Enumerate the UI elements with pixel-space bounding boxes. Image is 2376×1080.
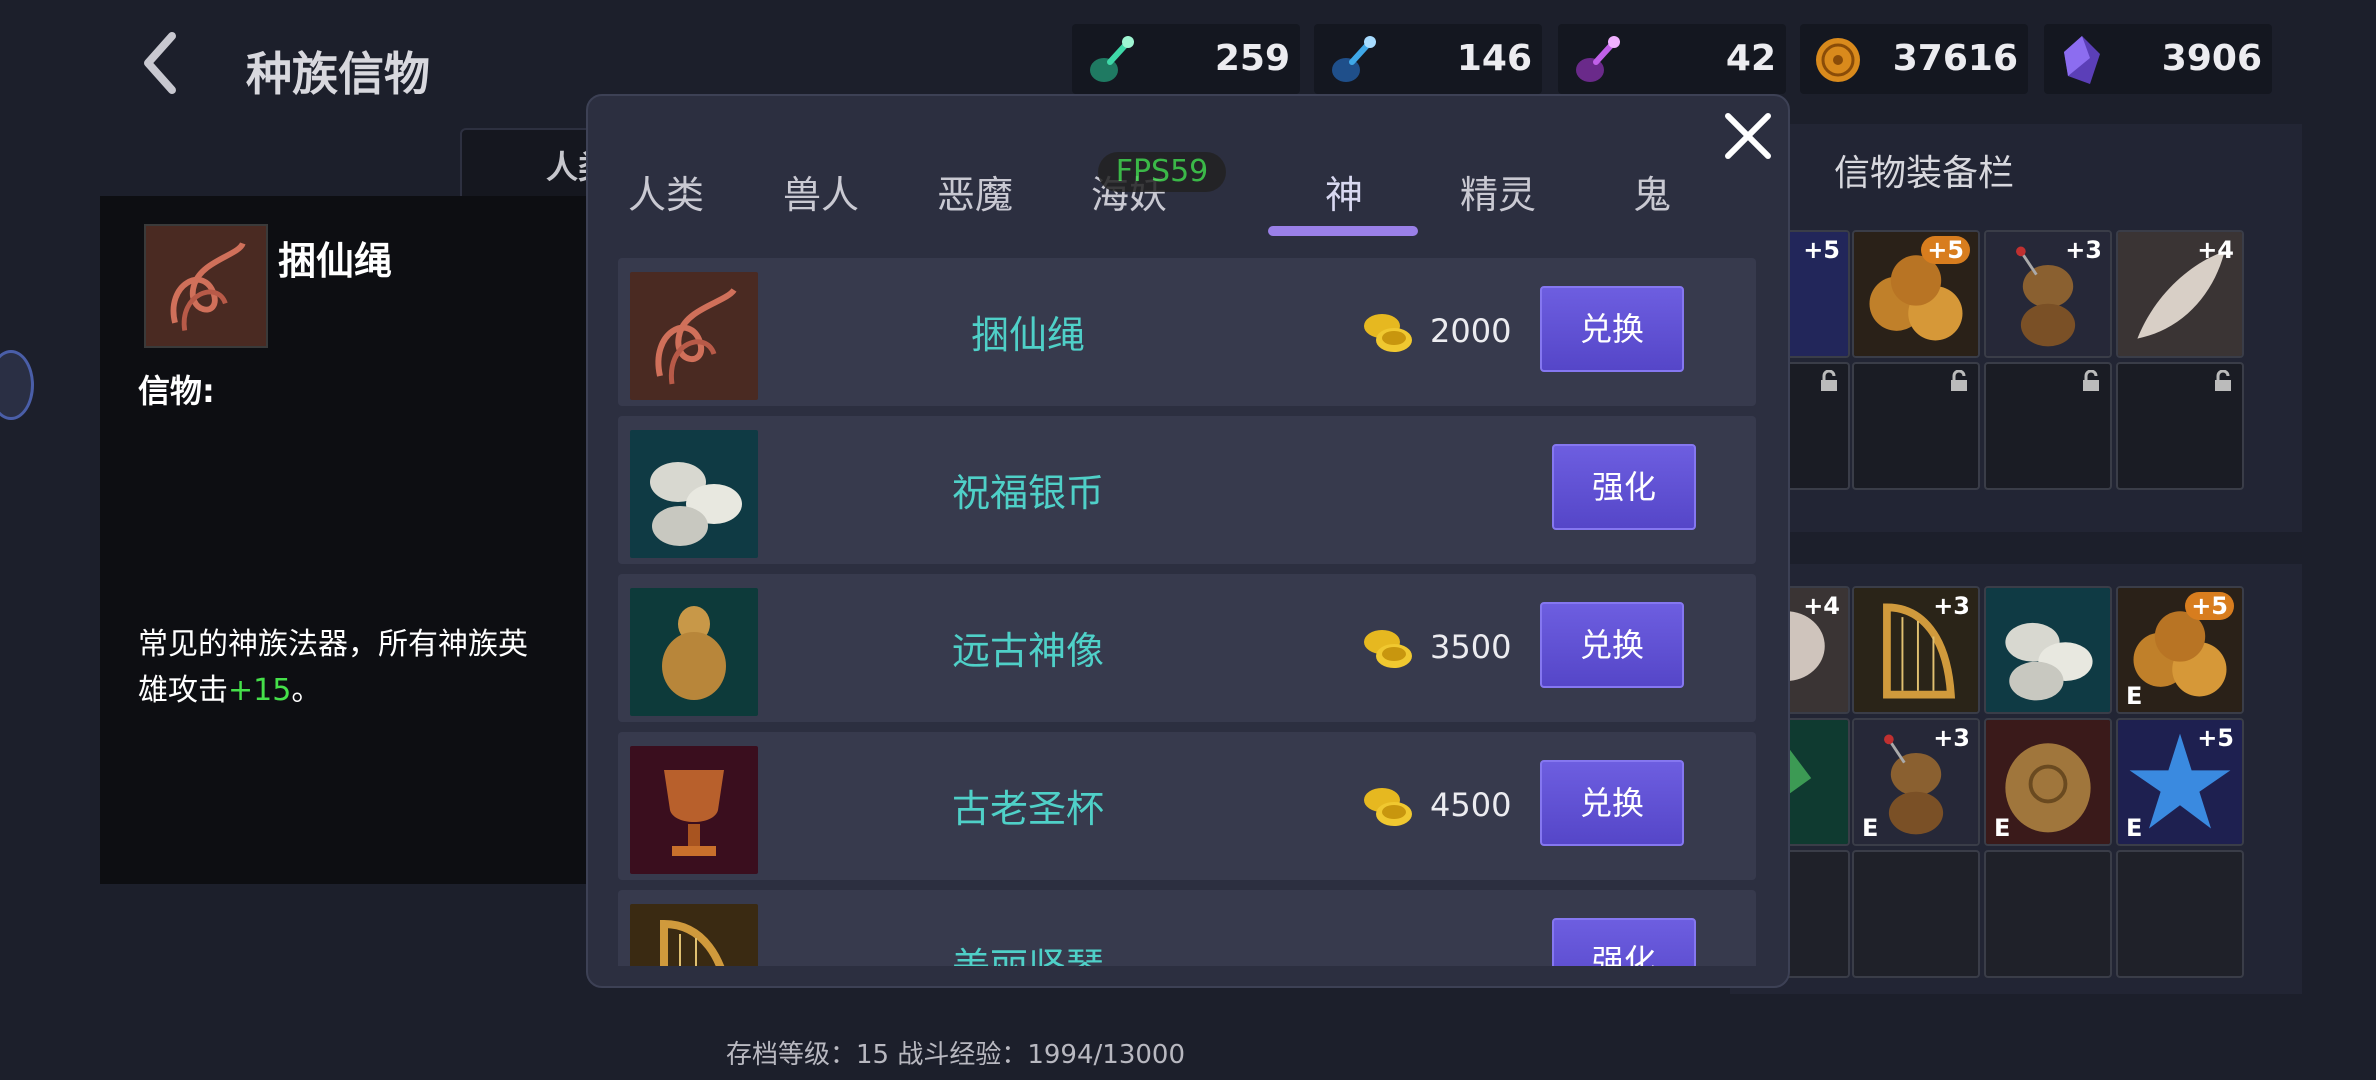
currency-purple-potion[interactable]: 42 (1558, 24, 1786, 94)
item-price: 4500 (1430, 786, 1512, 824)
equipped-marker: E (2126, 682, 2143, 710)
description-text: 常见的神族法器，所有神族英雄攻击 (138, 627, 528, 708)
locked-slot[interactable] (2116, 362, 2244, 490)
relic-list[interactable]: 捆仙绳 2000 兑换 祝福银币 强化 远古神像 3500 兑换 古老圣杯 45… (618, 258, 1756, 966)
tab-human[interactable]: 人类 (591, 164, 741, 219)
currency-value: 37616 (1892, 38, 2018, 79)
side-badge[interactable] (0, 350, 34, 420)
currency-blue-potion[interactable]: 146 (1314, 24, 1542, 94)
empty-slot[interactable] (1852, 850, 1980, 978)
slot-level: +3 (1933, 724, 1970, 752)
active-tab-indicator (1268, 226, 1418, 236)
currency-value: 42 (1725, 38, 1776, 79)
gold-coin-icon (1816, 38, 1860, 82)
equipped-marker: E (1862, 814, 1879, 842)
item-name: 祝福银币 (951, 471, 1104, 515)
item-name: 古老圣杯 (951, 787, 1104, 831)
upgrade-button[interactable]: 强化 (1552, 918, 1696, 966)
close-icon (1725, 113, 1771, 159)
harp-icon (630, 904, 758, 966)
silver-coins-icon (1986, 588, 2110, 712)
list-item: 远古神像 3500 兑换 (618, 574, 1756, 722)
list-item: 古老圣杯 4500 兑换 (618, 732, 1756, 880)
item-detail-name: 捆仙绳 (278, 239, 393, 283)
inventory-slot[interactable]: +3 E (1852, 718, 1980, 846)
currency-gold-coin[interactable]: 37616 (1800, 24, 2028, 94)
fps-counter: FPS59 (1098, 152, 1226, 192)
item-name: 捆仙绳 (970, 313, 1085, 357)
equipment-panel-title: 信物装备栏 (1834, 153, 2015, 194)
slot-level: +4 (1803, 592, 1840, 620)
green-potion-icon (1090, 36, 1134, 82)
list-item: 祝福银币 强化 (618, 416, 1756, 564)
exchange-button[interactable]: 兑换 (1540, 760, 1684, 846)
item-name: 远古神像 (951, 629, 1104, 673)
item-detail-subtitle: 信物: (138, 372, 215, 410)
slot-level: +5 (1803, 236, 1840, 264)
rope-icon (144, 224, 268, 348)
currency-value: 259 (1214, 38, 1290, 79)
list-item: 美丽竖琴 强化 (618, 890, 1756, 966)
holy-grail-icon (630, 746, 758, 874)
ancient-idol-icon (630, 588, 758, 716)
close-button[interactable] (1718, 106, 1778, 166)
page-title: 种族信物 (246, 47, 430, 101)
upgrade-button[interactable]: 强化 (1552, 444, 1696, 530)
silver-coins-icon (630, 430, 758, 558)
exchange-button[interactable]: 兑换 (1540, 286, 1684, 372)
slot-level: +5 (2185, 592, 2234, 620)
list-item: 捆仙绳 2000 兑换 (618, 258, 1756, 406)
equip-slot[interactable]: +3 (1984, 230, 2112, 358)
currency-value: 3906 (2161, 38, 2262, 79)
slot-level: +5 (2197, 724, 2234, 752)
tab-orc[interactable]: 兽人 (746, 164, 896, 219)
inventory-slot[interactable]: +5 E (2116, 718, 2244, 846)
tab-god[interactable]: 神 (1269, 164, 1419, 219)
rope-icon (630, 272, 758, 400)
lock-icon (1821, 370, 1837, 391)
slot-level: +3 (1933, 592, 1970, 620)
attack-bonus: +15 (228, 673, 292, 708)
slot-level: +5 (1921, 236, 1970, 264)
item-price: 2000 (1430, 312, 1512, 350)
gold-coin-icon (1364, 788, 1412, 826)
blue-potion-icon (1332, 36, 1376, 82)
back-button[interactable] (130, 28, 190, 98)
equip-slot[interactable]: +4 (2116, 230, 2244, 358)
item-price: 3500 (1430, 628, 1512, 666)
item-detail-description: 常见的神族法器，所有神族英雄攻击+15。 (138, 622, 538, 714)
inventory-slot[interactable]: +3 (1852, 586, 1980, 714)
empty-slot[interactable] (1984, 850, 2112, 978)
locked-slot[interactable] (1852, 362, 1980, 490)
tab-demon[interactable]: 恶魔 (900, 164, 1050, 219)
tab-elf[interactable]: 精灵 (1423, 164, 1573, 219)
gold-coin-icon (1364, 630, 1412, 668)
item-name: 美丽竖琴 (878, 936, 1178, 966)
chevron-left-icon (144, 32, 176, 94)
slot-level: +4 (2197, 236, 2234, 264)
equipped-marker: E (1994, 814, 2011, 842)
gold-coin-icon (1364, 314, 1412, 352)
currency-value: 146 (1456, 38, 1532, 79)
currency-green-potion[interactable]: 259 (1072, 24, 1300, 94)
purple-potion-icon (1576, 36, 1620, 82)
exchange-button[interactable]: 兑换 (1540, 602, 1684, 688)
currency-purple-crystal[interactable]: 3906 (2044, 24, 2272, 94)
lock-icon (1951, 370, 1967, 391)
equip-slot[interactable]: +5 (1852, 230, 1980, 358)
lock-icon (2083, 370, 2099, 391)
inventory-slot[interactable]: +5 E (2116, 586, 2244, 714)
description-suffix: 。 (291, 673, 322, 708)
empty-slot[interactable] (2116, 850, 2244, 978)
tab-ghost[interactable]: 鬼 (1577, 164, 1727, 219)
inventory-slot[interactable] (1984, 586, 2112, 714)
purple-crystal-icon (2064, 36, 2100, 84)
locked-slot[interactable] (1984, 362, 2112, 490)
equipped-marker: E (2126, 814, 2143, 842)
slot-level: +3 (2065, 236, 2102, 264)
inventory-slot[interactable]: E (1984, 718, 2112, 846)
footer-status: 存档等级：15 战斗经验：1994/13000 (726, 1040, 1185, 1070)
lock-icon (2215, 370, 2231, 391)
